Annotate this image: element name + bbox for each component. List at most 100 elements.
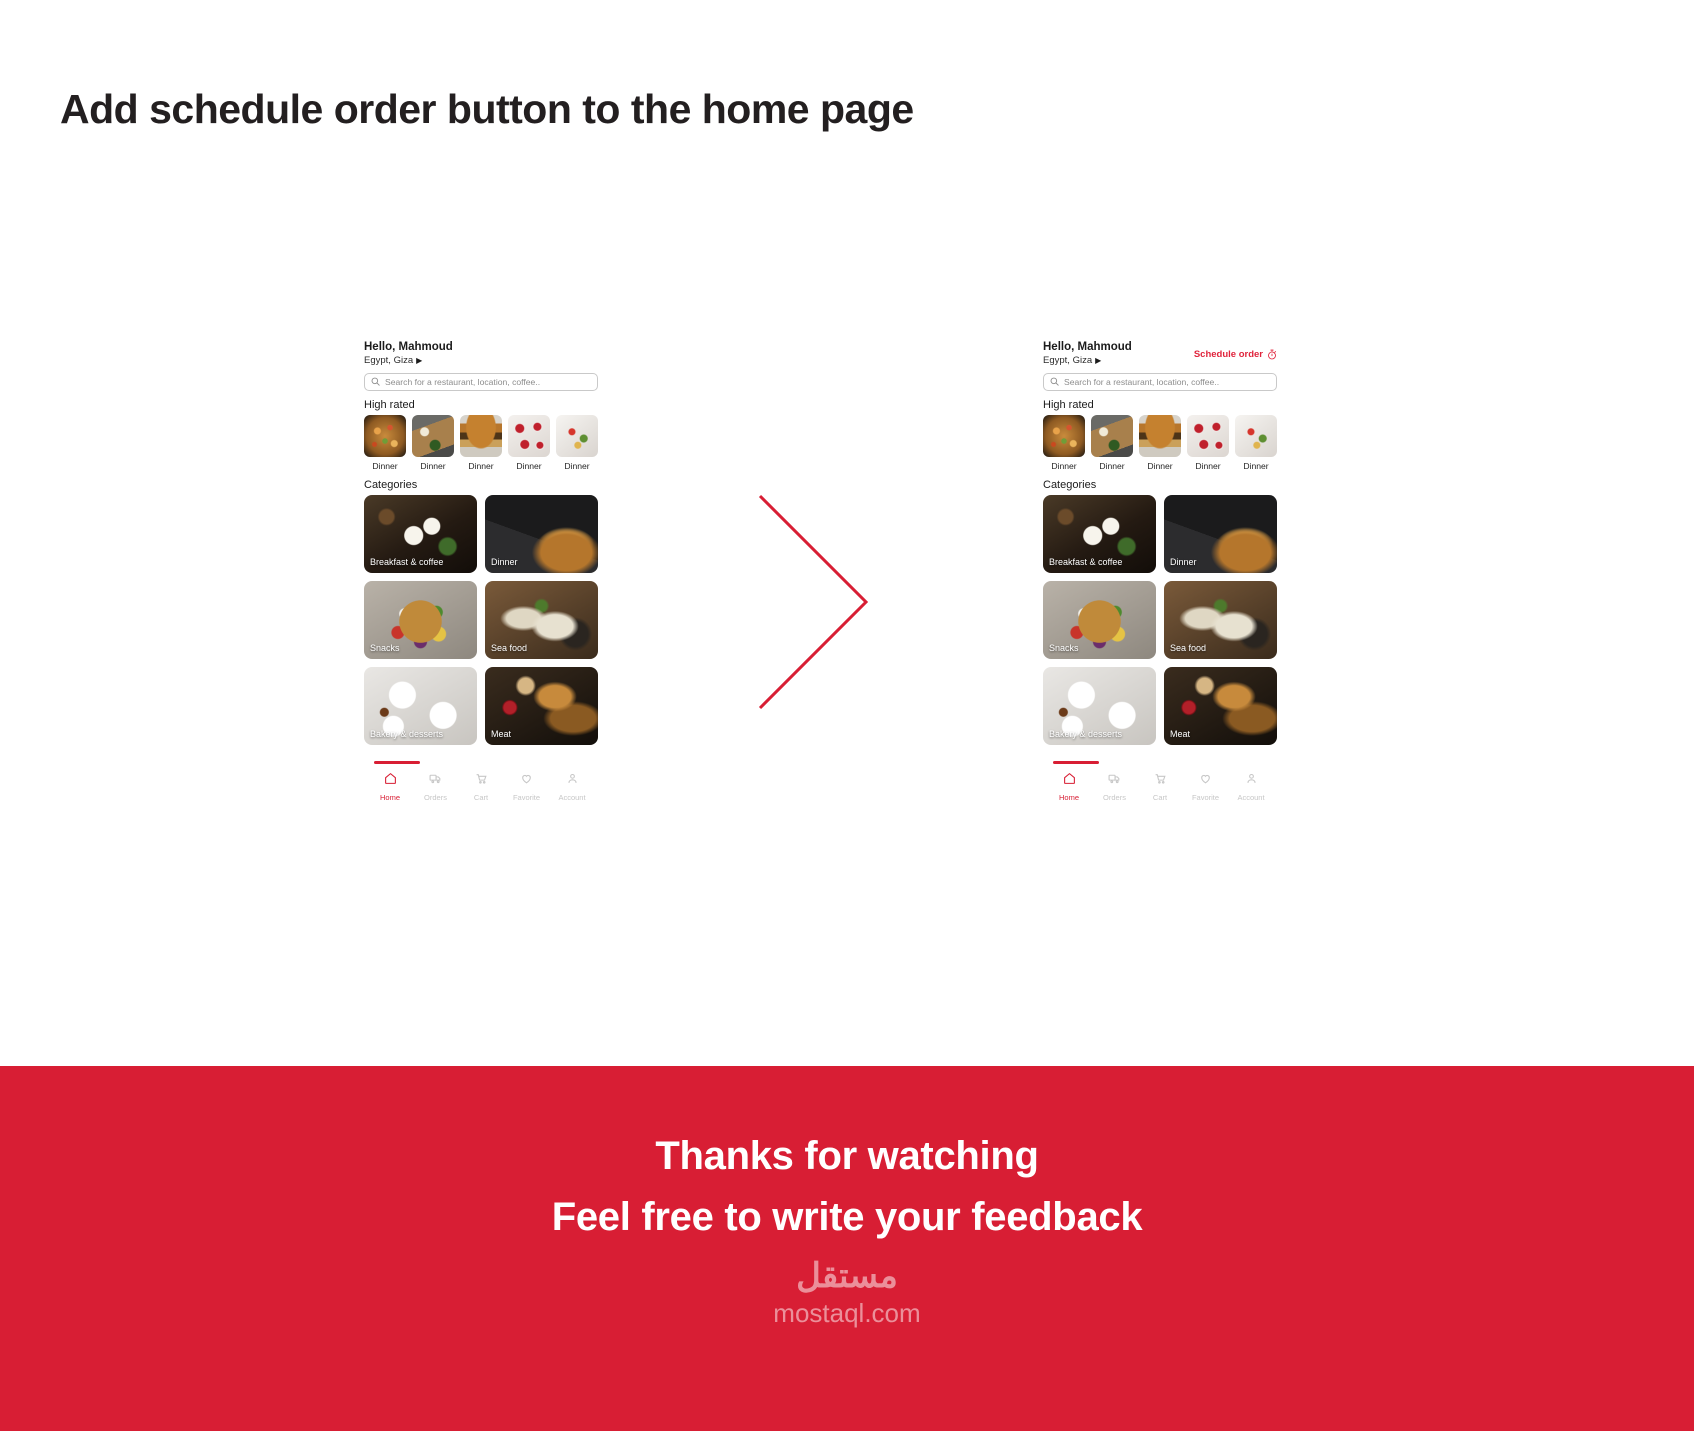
category-tile[interactable]: Snacks: [364, 581, 477, 659]
high-rated-thumb: [412, 415, 454, 457]
caret-right-icon: ▶: [416, 355, 423, 365]
category-tile[interactable]: Dinner: [485, 495, 598, 573]
nav-label: Account: [558, 792, 586, 802]
nav-item-home[interactable]: Home: [368, 772, 412, 802]
location-label: Egypt, Giza: [364, 355, 414, 366]
chevron-right-arrow: [756, 492, 872, 717]
high-rated-title: High rated: [364, 399, 415, 411]
categories-grid: Breakfast & coffee Dinner Snacks Sea foo…: [1037, 495, 1283, 745]
high-rated-thumb: [460, 415, 502, 457]
nav-label: Home: [379, 792, 400, 802]
high-rated-row: Dinner Dinner Dinner Dinner Dinner: [358, 415, 604, 471]
high-rated-label: Dinner: [468, 461, 494, 471]
high-rated-label: Dinner: [1147, 461, 1173, 471]
search-icon: [371, 373, 380, 391]
category-tile[interactable]: Dinner: [1164, 495, 1277, 573]
high-rated-item[interactable]: Dinner: [460, 415, 502, 471]
high-rated-label: Dinner: [1051, 461, 1077, 471]
nav-item-account[interactable]: Account: [550, 772, 594, 802]
category-label: Snacks: [370, 643, 400, 653]
stopwatch-timer-icon: [1267, 349, 1277, 360]
category-label: Breakfast & coffee: [370, 557, 444, 567]
high-rated-item[interactable]: Dinner: [1091, 415, 1133, 471]
nav-item-orders[interactable]: Orders: [414, 772, 458, 802]
category-tile[interactable]: Sea food: [1164, 581, 1277, 659]
high-rated-item[interactable]: Dinner: [508, 415, 550, 471]
category-tile[interactable]: Breakfast & coffee: [1043, 495, 1156, 573]
category-label: Bakery & desserts: [370, 729, 444, 739]
thanks-banner: Thanks for watching Feel free to write y…: [0, 1066, 1694, 1431]
greeting-block: Hello, Mahmoud Egypt, Giza ▶: [364, 340, 453, 367]
category-tile[interactable]: Meat: [1164, 667, 1277, 745]
watermark-latin: mostaql.com: [773, 1298, 921, 1328]
nav-item-favorite[interactable]: Favorite: [505, 772, 549, 802]
category-tile[interactable]: Sea food: [485, 581, 598, 659]
nav-item-orders[interactable]: Orders: [1093, 772, 1137, 802]
page-title: Add schedule order button to the home pa…: [60, 86, 914, 132]
phone-header: Hello, Mahmoud Egypt, Giza ▶ Schedule or…: [1037, 330, 1283, 367]
high-rated-item[interactable]: Dinner: [1187, 415, 1229, 471]
category-label: Sea food: [491, 643, 528, 653]
category-label: Dinner: [491, 557, 518, 567]
location-label: Egypt, Giza: [1043, 355, 1093, 366]
phone-mockup-before: Hello, Mahmoud Egypt, Giza ▶ Search for …: [358, 330, 604, 875]
categories-title: Categories: [1043, 479, 1097, 491]
home-icon: [384, 772, 397, 790]
cart-icon: [475, 772, 488, 790]
high-rated-label: Dinner: [564, 461, 590, 471]
high-rated-item[interactable]: Dinner: [364, 415, 406, 471]
location-selector[interactable]: Egypt, Giza ▶: [1043, 354, 1132, 367]
bottom-nav: Home Orders Cart Favorite Account: [358, 764, 604, 802]
category-label: Snacks: [1049, 643, 1079, 653]
person-icon: [566, 772, 579, 790]
high-rated-thumb: [1091, 415, 1133, 457]
watermark: مستقل mostaql.com: [0, 1256, 1694, 1329]
banner-line-1: Thanks for watching: [655, 1134, 1039, 1178]
phone-mockup-after: Hello, Mahmoud Egypt, Giza ▶ Schedule or…: [1037, 330, 1283, 875]
nav-item-favorite[interactable]: Favorite: [1184, 772, 1228, 802]
nav-item-cart[interactable]: Cart: [459, 772, 503, 802]
greeting-name: Hello, Mahmoud: [1043, 341, 1132, 353]
heart-icon: [1199, 772, 1212, 790]
high-rated-label: Dinner: [1243, 461, 1269, 471]
heart-icon: [520, 772, 533, 790]
high-rated-thumb: [364, 415, 406, 457]
nav-item-account[interactable]: Account: [1229, 772, 1273, 802]
high-rated-item[interactable]: Dinner: [412, 415, 454, 471]
search-input[interactable]: Search for a restaurant, location, coffe…: [1043, 373, 1277, 391]
high-rated-thumb: [508, 415, 550, 457]
categories-grid: Breakfast & coffee Dinner Snacks Sea foo…: [358, 495, 604, 745]
category-tile[interactable]: Meat: [485, 667, 598, 745]
search-area: Search for a restaurant, location, coffe…: [358, 367, 604, 391]
category-label: Meat: [1170, 729, 1191, 739]
high-rated-item[interactable]: Dinner: [1235, 415, 1277, 471]
category-tile[interactable]: Bakery & desserts: [1043, 667, 1156, 745]
greeting-name: Hello, Mahmoud: [364, 341, 453, 353]
high-rated-label: Dinner: [1099, 461, 1125, 471]
category-label: Dinner: [1170, 557, 1197, 567]
category-tile[interactable]: Snacks: [1043, 581, 1156, 659]
high-rated-item[interactable]: Dinner: [1043, 415, 1085, 471]
category-tile[interactable]: Bakery & desserts: [364, 667, 477, 745]
search-area: Search for a restaurant, location, coffe…: [1037, 367, 1283, 391]
slide-root: Add schedule order button to the home pa…: [0, 0, 1694, 1431]
nav-label: Favorite: [1191, 792, 1220, 802]
greeting-block: Hello, Mahmoud Egypt, Giza ▶: [1043, 340, 1132, 367]
high-rated-label: Dinner: [1195, 461, 1221, 471]
schedule-order-button[interactable]: Schedule order: [1194, 349, 1277, 360]
category-tile[interactable]: Breakfast & coffee: [364, 495, 477, 573]
high-rated-label: Dinner: [420, 461, 446, 471]
search-icon: [1050, 373, 1059, 391]
high-rated-thumb: [1043, 415, 1085, 457]
high-rated-item[interactable]: Dinner: [556, 415, 598, 471]
search-input[interactable]: Search for a restaurant, location, coffe…: [364, 373, 598, 391]
nav-label: Cart: [1152, 792, 1168, 802]
nav-label: Account: [1237, 792, 1265, 802]
nav-item-home[interactable]: Home: [1047, 772, 1091, 802]
location-selector[interactable]: Egypt, Giza ▶: [364, 354, 453, 367]
search-placeholder-text: Search for a restaurant, location, coffe…: [1064, 377, 1220, 387]
schedule-order-label: Schedule order: [1193, 349, 1263, 360]
nav-item-cart[interactable]: Cart: [1138, 772, 1182, 802]
high-rated-item[interactable]: Dinner: [1139, 415, 1181, 471]
high-rated-thumb: [1235, 415, 1277, 457]
